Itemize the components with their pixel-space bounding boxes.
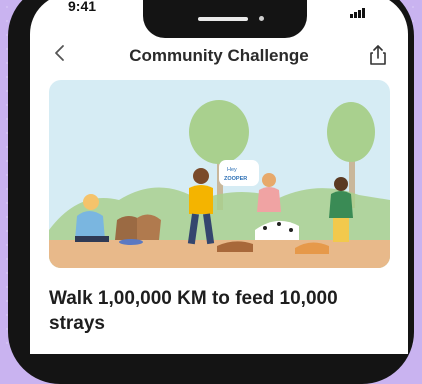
app-screen: 9:41 Community Challenge Hey ZOOPER Walk… [30, 0, 408, 354]
page-title: Community Challenge [129, 46, 309, 65]
speech-bubble-line1: Hey [227, 167, 237, 173]
share-button[interactable] [366, 42, 390, 68]
challenge-title: Walk 1,00,000 KM to feed 10,000 strays [49, 288, 338, 334]
hero-illustration: Hey ZOOPER [49, 80, 390, 268]
speaker-grille [198, 17, 248, 21]
tree-right [327, 102, 375, 162]
camera-dot [259, 16, 264, 21]
phone-frame: 9:41 Community Challenge Hey ZOOPER Walk… [8, 0, 414, 384]
status-time: 9:41 [68, 0, 97, 14]
ground [49, 240, 390, 268]
nav-bar: Community Challenge [30, 34, 408, 76]
phone-notch [143, 0, 307, 38]
share-icon [370, 45, 386, 65]
speech-bubble-line2: ZOOPER [224, 176, 247, 182]
speech-bubble [219, 160, 259, 186]
tree-left [189, 100, 249, 164]
signal-icon [350, 0, 366, 18]
